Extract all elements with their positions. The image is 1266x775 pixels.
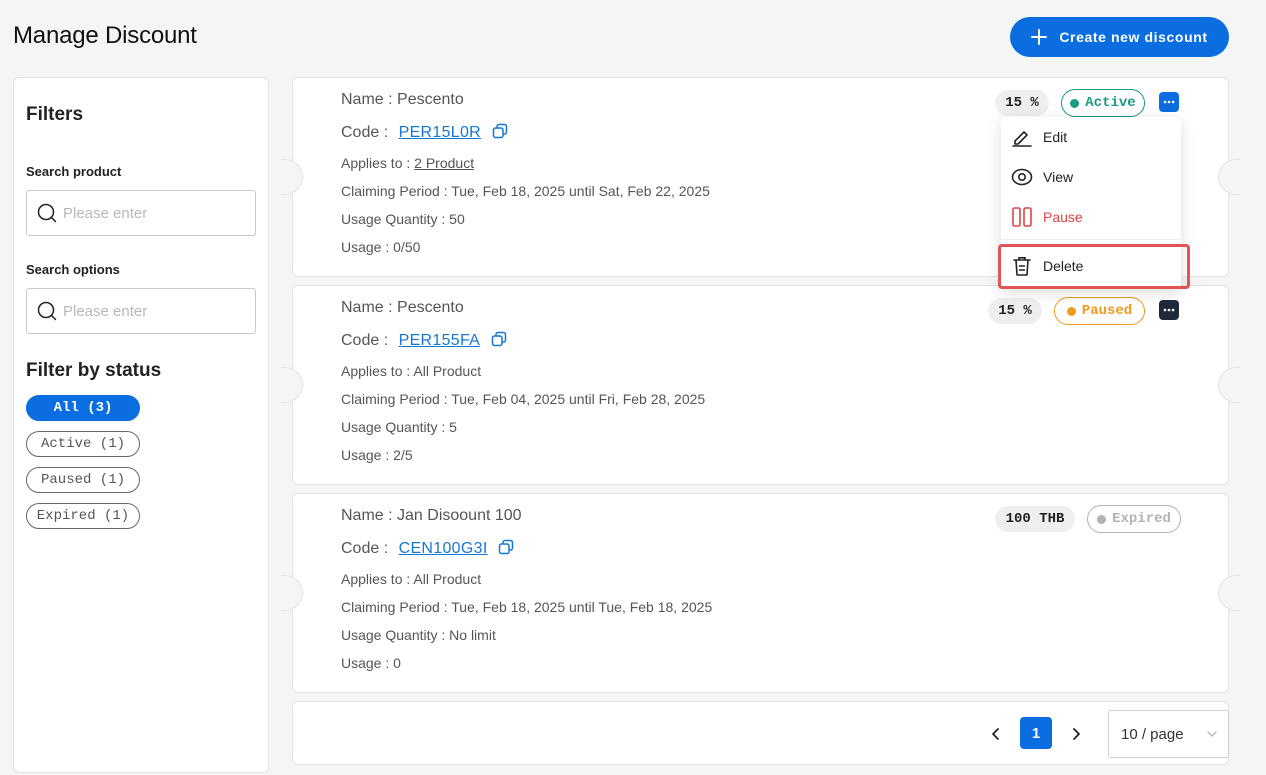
status-label: Expired bbox=[1112, 511, 1171, 527]
menu-divider bbox=[1001, 239, 1181, 240]
status-filter-paused[interactable]: Paused (1) bbox=[26, 467, 140, 493]
code-prefix: Code : bbox=[341, 540, 389, 557]
ticket-notch bbox=[1218, 367, 1240, 403]
page-number-current[interactable]: 1 bbox=[1020, 717, 1052, 749]
menu-item-view[interactable]: View bbox=[1001, 157, 1181, 197]
chevron-right-icon bbox=[1073, 728, 1080, 740]
page-title: Manage Discount bbox=[13, 22, 197, 49]
search-product-field[interactable] bbox=[26, 190, 256, 236]
menu-item-label: Edit bbox=[1043, 129, 1068, 145]
status-badge: Active bbox=[1061, 89, 1145, 117]
pagination-bar: 1 10 / page bbox=[292, 701, 1229, 765]
menu-item-label: Delete bbox=[1043, 258, 1084, 274]
status-label: Paused bbox=[1081, 303, 1133, 319]
discount-code-row: Code : PER155FA bbox=[341, 331, 507, 352]
discount-code-link[interactable]: CEN100G3I bbox=[399, 540, 488, 557]
page-size-value: 10 / page bbox=[1121, 725, 1184, 743]
more-icon bbox=[1163, 100, 1175, 104]
applies-to-value: All Product bbox=[413, 363, 482, 379]
applies-prefix: Applies to : bbox=[341, 571, 411, 587]
plus-icon bbox=[1031, 29, 1048, 45]
menu-item-pause[interactable]: Pause bbox=[1001, 197, 1181, 237]
applies-prefix: Applies to : bbox=[341, 155, 411, 171]
applies-to-link[interactable]: 2 Product bbox=[414, 155, 474, 171]
filter-status-title: Filter by status bbox=[26, 360, 162, 381]
discount-code-link[interactable]: PER155FA bbox=[399, 332, 481, 349]
more-options-button[interactable] bbox=[1159, 300, 1179, 320]
chevron-left-icon bbox=[992, 728, 999, 740]
more-icon bbox=[1163, 308, 1175, 312]
discount-amount: 15 % bbox=[988, 298, 1042, 324]
status-dot bbox=[1097, 514, 1107, 524]
ticket-notch bbox=[281, 575, 303, 611]
applies-to-row: Applies to : All Product bbox=[341, 363, 481, 379]
filters-panel: Filters Search product Search options Fi… bbox=[13, 77, 269, 773]
discount-code-row: Code : PER15L0R bbox=[341, 123, 508, 144]
usage: Usage : 2/5 bbox=[341, 447, 413, 463]
usage: Usage : 0 bbox=[341, 655, 401, 671]
page-size-select[interactable]: 10 / page bbox=[1108, 710, 1229, 758]
menu-item-label: Pause bbox=[1043, 209, 1083, 225]
actions-menu: Edit View Pause Delete bbox=[1001, 117, 1181, 289]
copy-icon[interactable] bbox=[491, 331, 507, 352]
applies-to-row: Applies to : 2 Product bbox=[341, 155, 474, 171]
discount-amount: 100 THB bbox=[995, 506, 1075, 532]
pencil-icon bbox=[1011, 126, 1033, 148]
claiming-period: Claiming Period : Tue, Feb 04, 2025 unti… bbox=[341, 391, 706, 407]
search-icon bbox=[37, 203, 57, 223]
discount-card: Name : Pescento Code : PER155FA Applies … bbox=[281, 285, 1240, 485]
discount-name: Name : Pescento bbox=[341, 91, 464, 108]
next-page-button[interactable] bbox=[1068, 726, 1084, 742]
applies-to-row: Applies to : All Product bbox=[341, 571, 481, 587]
search-options-label: Search options bbox=[26, 262, 120, 277]
create-discount-button[interactable]: Create new discount bbox=[1010, 17, 1229, 57]
ticket-notch bbox=[1218, 159, 1240, 195]
discount-code-row: Code : CEN100G3I bbox=[341, 539, 514, 560]
discount-card: Name : Jan Disoount 100 Code : CEN100G3I… bbox=[281, 493, 1240, 693]
discount-amount: 15 % bbox=[995, 90, 1049, 116]
trash-icon bbox=[1011, 255, 1033, 277]
code-prefix: Code : bbox=[341, 124, 389, 141]
usage: Usage : 0/50 bbox=[341, 239, 421, 255]
status-label: Active bbox=[1085, 95, 1136, 111]
menu-item-label: View bbox=[1043, 169, 1074, 185]
usage-quantity: Usage Quantity : 50 bbox=[341, 211, 465, 227]
discount-name: Name : Pescento bbox=[341, 299, 464, 316]
status-filter-all[interactable]: All (3) bbox=[26, 395, 140, 421]
status-dot bbox=[1066, 306, 1076, 316]
prev-page-button[interactable] bbox=[988, 726, 1004, 742]
pause-icon bbox=[1011, 206, 1033, 228]
usage-quantity: Usage Quantity : No limit bbox=[341, 627, 496, 643]
more-options-button[interactable] bbox=[1159, 92, 1179, 112]
ticket-notch bbox=[281, 159, 303, 195]
search-options-input[interactable] bbox=[63, 302, 243, 320]
ticket-notch bbox=[281, 367, 303, 403]
status-filter-active[interactable]: Active (1) bbox=[26, 431, 140, 457]
search-options-field[interactable] bbox=[26, 288, 256, 334]
search-product-label: Search product bbox=[26, 164, 122, 179]
discount-code-link[interactable]: PER15L0R bbox=[399, 124, 481, 141]
status-badge: Expired bbox=[1087, 505, 1181, 533]
claiming-period: Claiming Period : Tue, Feb 18, 2025 unti… bbox=[341, 183, 710, 199]
search-icon bbox=[37, 301, 57, 321]
chevron-down-icon bbox=[1207, 731, 1217, 737]
applies-to-value: All Product bbox=[413, 571, 482, 587]
menu-item-edit[interactable]: Edit bbox=[1001, 117, 1181, 157]
create-discount-label: Create new discount bbox=[1059, 29, 1208, 45]
claiming-period: Claiming Period : Tue, Feb 18, 2025 unti… bbox=[341, 599, 713, 615]
ticket-notch bbox=[1218, 575, 1240, 611]
applies-prefix: Applies to : bbox=[341, 363, 411, 379]
discount-name: Name : Jan Disoount 100 bbox=[341, 507, 522, 524]
code-prefix: Code : bbox=[341, 332, 389, 349]
copy-icon[interactable] bbox=[498, 539, 514, 560]
menu-item-delete[interactable]: Delete bbox=[1001, 246, 1181, 286]
usage-quantity: Usage Quantity : 5 bbox=[341, 419, 457, 435]
copy-icon[interactable] bbox=[492, 123, 508, 144]
eye-icon bbox=[1011, 166, 1033, 188]
filters-title: Filters bbox=[26, 104, 84, 125]
status-dot bbox=[1070, 98, 1080, 108]
status-filter-expired[interactable]: Expired (1) bbox=[26, 503, 140, 529]
status-badge: Paused bbox=[1054, 297, 1145, 325]
search-product-input[interactable] bbox=[63, 204, 243, 222]
